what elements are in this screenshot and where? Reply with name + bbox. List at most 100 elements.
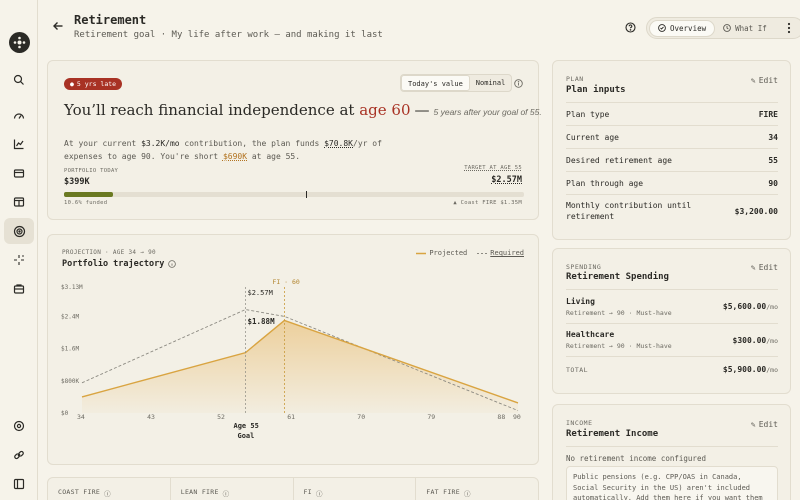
- stat-lean-fire[interactable]: LEAN FIRE ⓘ: [171, 478, 294, 500]
- spending-item-unit: /mo: [766, 303, 778, 311]
- pencil-icon: ✎: [750, 263, 756, 272]
- chart-info-icon[interactable]: [168, 260, 177, 268]
- chart-icon[interactable]: [4, 131, 34, 157]
- pencil-icon: ✎: [750, 420, 756, 429]
- collapse-sidebar-icon[interactable]: [4, 471, 34, 497]
- legend-required[interactable]: Required: [477, 249, 524, 257]
- plan-row: Plan type FIRE: [566, 102, 778, 125]
- stat-fat-fire[interactable]: FAT FIRE ⓘ: [416, 478, 538, 500]
- value-mode-toggle: Today's value Nominal: [400, 74, 513, 92]
- spending-item-meta: Retirement → 90 · Must-have: [566, 308, 672, 317]
- stat-fi[interactable]: FI ⓘ: [294, 478, 417, 500]
- help-icon[interactable]: [625, 22, 636, 35]
- income-section-label: INCOME: [566, 419, 593, 427]
- spending-item[interactable]: Healthcare Retirement → 90 · Must-have $3…: [566, 323, 778, 356]
- toggle-nominal[interactable]: Nominal: [470, 75, 512, 91]
- plan-row-label: Current age: [566, 132, 619, 142]
- chart-title: Portfolio trajectory: [62, 259, 165, 269]
- stat-fi-label: FI: [303, 488, 312, 496]
- y-tick-label: $2.4M: [61, 313, 79, 320]
- spending-section-label: SPENDING: [566, 263, 602, 271]
- y-tick-label: $3.13M: [61, 284, 83, 291]
- tab-overview[interactable]: Overview: [649, 19, 716, 37]
- goal-sub-label: Goal: [238, 432, 255, 440]
- tab-what-if[interactable]: What If: [715, 20, 775, 37]
- funded-text: 10.6% funded: [64, 200, 108, 206]
- tab-overview-label: Overview: [670, 23, 707, 33]
- legend-projected[interactable]: Projected: [416, 249, 467, 257]
- income-title: Retirement Income: [566, 429, 659, 439]
- accounts-icon[interactable]: [4, 189, 34, 215]
- spending-item-info: Living Retirement → 90 · Must-have: [566, 297, 672, 317]
- plan-title: Plan inputs: [566, 85, 626, 95]
- stat-lean-fire-label: LEAN FIRE: [180, 488, 219, 496]
- bank-icon[interactable]: [4, 276, 34, 302]
- spending-total-unit: /mo: [766, 366, 778, 374]
- settings-icon[interactable]: [4, 413, 34, 439]
- fi-age: age 60: [359, 101, 411, 119]
- info-icon[interactable]: [514, 79, 523, 90]
- search-icon[interactable]: [4, 67, 34, 93]
- toggle-todays-value[interactable]: Today's value: [401, 75, 470, 91]
- plan-row-label: Desired retirement age: [566, 155, 672, 165]
- funds-value[interactable]: $70.8K: [324, 139, 353, 148]
- target-value: $2.57M: [491, 175, 522, 185]
- para-text-2: contribution, the plan funds: [179, 139, 325, 148]
- legend-required-label: Required: [490, 249, 524, 257]
- spending-item-meta: Retirement → 90 · Must-have: [566, 342, 672, 350]
- goals-icon[interactable]: [4, 218, 34, 244]
- x-tick-label: 90: [513, 413, 521, 421]
- trajectory-chart: $0 $800K $1.6M $2.4M $3.13M FI · 60 $2.57M $1.8…: [61, 278, 521, 440]
- tab-what-if-label: What If: [735, 23, 767, 33]
- plan-row-label: Monthly contribution until retirement: [566, 201, 692, 221]
- portfolio-trajectory-card: PROJECTION · AGE 34 → 90 Portfolio traje…: [47, 234, 539, 465]
- spending-item[interactable]: Living Retirement → 90 · Must-have $5,600…: [566, 289, 778, 323]
- x-tick-label: 88: [497, 413, 505, 421]
- portfolio-today-label: PORTFOLIO TODAY: [64, 168, 119, 174]
- y-tick-label: $0: [61, 410, 69, 417]
- stat-coast-fire[interactable]: COAST FIRE ⓘ: [48, 478, 171, 500]
- top-bar: Retirement Retirement goal · My life aft…: [38, 0, 800, 50]
- insights-icon[interactable]: [4, 247, 34, 273]
- plan-row-value: $3,200.00: [734, 206, 778, 216]
- clock-icon: [723, 24, 731, 32]
- link-icon[interactable]: [4, 442, 34, 468]
- spending-total-value: $5,900.00: [722, 365, 767, 374]
- portfolio-today-value: $399K: [64, 177, 90, 187]
- dashboard-icon[interactable]: [4, 103, 34, 129]
- chart-kicker: PROJECTION · AGE 34 → 90: [62, 249, 156, 256]
- shortfall-value[interactable]: $690K: [223, 152, 247, 161]
- more-menu-icon[interactable]: [780, 19, 798, 37]
- x-tick-label: 70: [357, 413, 365, 421]
- headline-aside: 5 years after your goal of 55.: [433, 107, 542, 117]
- sidebar: [0, 0, 38, 500]
- spending-item-name: Living: [566, 296, 595, 306]
- required-value-label: $2.57M: [248, 289, 273, 297]
- check-circle-icon: [658, 24, 666, 32]
- income-edit-label: Edit: [758, 420, 778, 429]
- spending-edit-button[interactable]: ✎ Edit: [751, 263, 778, 272]
- stat-info-icon: ⓘ: [463, 490, 471, 498]
- plan-edit-label: Edit: [758, 76, 778, 85]
- income-edit-button[interactable]: ✎ Edit: [751, 420, 778, 429]
- back-arrow-icon[interactable]: [52, 20, 64, 34]
- plan-inputs-card: PLAN Plan inputs ✎ Edit Plan type FIRE Cur…: [552, 60, 791, 240]
- funded-progress-bar: [64, 191, 524, 198]
- spending-item-value-wrap: $300.00/mo: [733, 336, 778, 345]
- plan-row: Desired retirement age 55: [566, 148, 778, 171]
- legend-projected-swatch: [416, 252, 427, 254]
- legend-required-swatch: [477, 252, 488, 254]
- target-label[interactable]: TARGET AT AGE 55: [464, 165, 522, 171]
- plan-section-label: PLAN: [566, 75, 584, 83]
- x-tick-label: 79: [427, 413, 435, 421]
- stat-info-icon: ⓘ: [222, 490, 230, 498]
- stat-info-icon: ⓘ: [315, 490, 323, 498]
- budget-icon[interactable]: [4, 160, 34, 186]
- stat-fat-fire-label: FAT FIRE: [426, 488, 460, 496]
- logo-icon[interactable]: [9, 32, 30, 53]
- spending-item-value-wrap: $5,600.00/mo: [723, 302, 778, 311]
- plan-edit-button[interactable]: ✎ Edit: [751, 76, 778, 85]
- legend-projected-label: Projected: [429, 249, 468, 257]
- fire-stats-strip: COAST FIRE ⓘ LEAN FIRE ⓘ FI ⓘ FAT FIRE ⓘ: [47, 477, 539, 500]
- fi-label: FI · 60: [272, 278, 299, 286]
